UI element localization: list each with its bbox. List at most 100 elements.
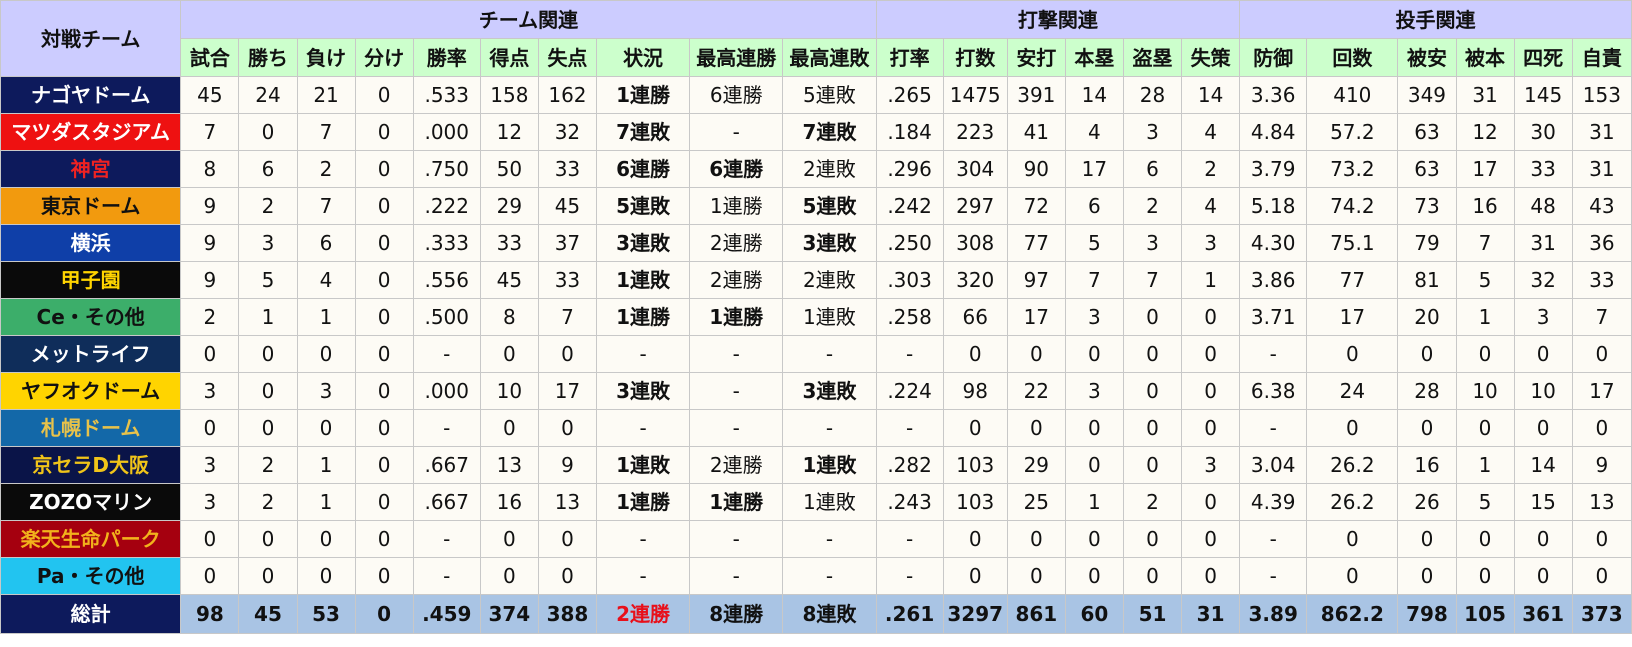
stat-cell: -	[875, 520, 944, 558]
column-header: 負け	[296, 38, 356, 77]
stat-cell: 1	[1455, 446, 1515, 484]
stat-cell: 60	[1064, 594, 1124, 634]
stat-cell: -	[595, 557, 691, 595]
stat-cell: 0	[537, 520, 597, 558]
stat-cell: 3	[1064, 298, 1124, 336]
stat-cell: 0	[1181, 409, 1241, 447]
stat-cell: 45	[479, 261, 539, 299]
stat-cell: 3	[1181, 224, 1241, 262]
stat-cell: 0	[354, 113, 414, 151]
stat-cell: 223	[942, 113, 1008, 151]
stat-cell: -	[875, 409, 944, 447]
stat-cell: 0	[238, 520, 298, 558]
team-name-cell: 札幌ドーム	[0, 409, 182, 447]
stat-cell: 0	[479, 520, 539, 558]
team-name-cell: 楽天生命パーク	[0, 520, 182, 558]
table-row: ナゴヤドーム 45 24 21 0.533 158 162 1連勝 6連勝 5連敗 .265 1475…	[0, 76, 1632, 114]
stat-cell: 31	[1571, 150, 1632, 188]
stat-cell: 57.2	[1306, 113, 1399, 151]
stat-cell: 2連勝	[689, 261, 784, 299]
stat-cell: 45	[238, 594, 298, 634]
stat-cell: 77	[1006, 224, 1066, 262]
stat-cell: 0	[354, 409, 414, 447]
stat-cell: .556	[412, 261, 481, 299]
stat-cell: 0	[1064, 335, 1124, 373]
stat-cell: 0	[942, 335, 1008, 373]
stat-cell: 24	[238, 76, 298, 114]
stat-cell: 12	[479, 113, 539, 151]
opponent-team-header: 対戦チーム	[0, 0, 182, 77]
table-row: 楽天生命パーク 0 0 0 0-0 0- - - -0 0 0 0 0-0 0 0 0 0	[0, 520, 1632, 558]
stat-cell: 0	[180, 335, 240, 373]
stat-cell: 3連敗	[782, 224, 877, 262]
stat-cell: 374	[479, 594, 539, 634]
stat-cell: 0	[354, 483, 414, 521]
stat-cell: 33	[537, 150, 597, 188]
stat-cell: -	[689, 372, 784, 410]
column-header: 自責	[1571, 38, 1632, 77]
stat-cell: 0	[1455, 557, 1515, 595]
stat-cell: 7	[180, 113, 240, 151]
stat-cell: 3	[1181, 446, 1241, 484]
stat-cell: 33	[537, 261, 597, 299]
stat-cell: 162	[537, 76, 597, 114]
stat-cell: 0	[296, 335, 356, 373]
stat-cell: -	[689, 409, 784, 447]
stat-cell: 0	[1006, 557, 1066, 595]
stat-cell: 0	[354, 187, 414, 225]
stat-cell: 30	[1513, 113, 1573, 151]
stat-cell: 0	[1571, 335, 1632, 373]
stat-cell: 0	[1306, 557, 1399, 595]
stat-cell: 33	[1571, 261, 1632, 299]
stat-cell: 6連勝	[689, 150, 784, 188]
stat-cell: 0	[354, 224, 414, 262]
stat-cell: 0	[1122, 335, 1183, 373]
stat-cell: 0	[479, 335, 539, 373]
stat-cell: 4.30	[1239, 224, 1308, 262]
stat-cell: 0	[1181, 298, 1241, 336]
total-label: 総計	[0, 594, 182, 634]
stat-cell: 0	[296, 520, 356, 558]
stat-cell: 32	[1513, 261, 1573, 299]
stat-cell: 304	[942, 150, 1008, 188]
stat-cell: .184	[875, 113, 944, 151]
stat-cell: 9	[180, 187, 240, 225]
stat-cell: 0	[354, 150, 414, 188]
stat-cell: 24	[1306, 372, 1399, 410]
stat-cell: 6連勝	[595, 150, 691, 188]
stat-cell: 17	[1306, 298, 1399, 336]
stat-cell: 2連敗	[782, 150, 877, 188]
stat-cell: 1	[1455, 298, 1515, 336]
stat-cell: .333	[412, 224, 481, 262]
stat-cell: 0	[1064, 520, 1124, 558]
stat-cell: 51	[1122, 594, 1183, 634]
stat-cell: 2	[238, 483, 298, 521]
stat-cell: 6	[238, 150, 298, 188]
stat-cell: 2	[296, 150, 356, 188]
column-header: 本塁	[1064, 38, 1124, 77]
stat-cell: 145	[1513, 76, 1573, 114]
stat-cell: 158	[479, 76, 539, 114]
table-header: 対戦チーム チーム関連 打撃関連 投手関連 試合 勝ち 負け 分け 勝率 得点 失点 状況 最高…	[0, 0, 1632, 77]
stat-cell: 2	[1181, 150, 1241, 188]
stat-cell: 103	[942, 446, 1008, 484]
stat-cell: 3.89	[1239, 594, 1308, 634]
stat-cell: 2	[180, 298, 240, 336]
column-header: 四死	[1513, 38, 1573, 77]
stat-cell: 0	[238, 557, 298, 595]
stat-cell: 3	[180, 446, 240, 484]
column-header: 回数	[1306, 38, 1399, 77]
stat-cell: 6	[296, 224, 356, 262]
stat-cell: 0	[1064, 409, 1124, 447]
stat-cell: 31	[1513, 224, 1573, 262]
stat-cell: 0	[238, 409, 298, 447]
stat-cell: 81	[1397, 261, 1457, 299]
stat-cell: 2	[238, 446, 298, 484]
stat-cell: 0	[1122, 446, 1183, 484]
stat-cell: .222	[412, 187, 481, 225]
stat-cell: 1	[296, 446, 356, 484]
column-header: 被本	[1455, 38, 1515, 77]
stat-cell: 74.2	[1306, 187, 1399, 225]
stat-cell: 6	[1064, 187, 1124, 225]
stat-cell: 4.39	[1239, 483, 1308, 521]
